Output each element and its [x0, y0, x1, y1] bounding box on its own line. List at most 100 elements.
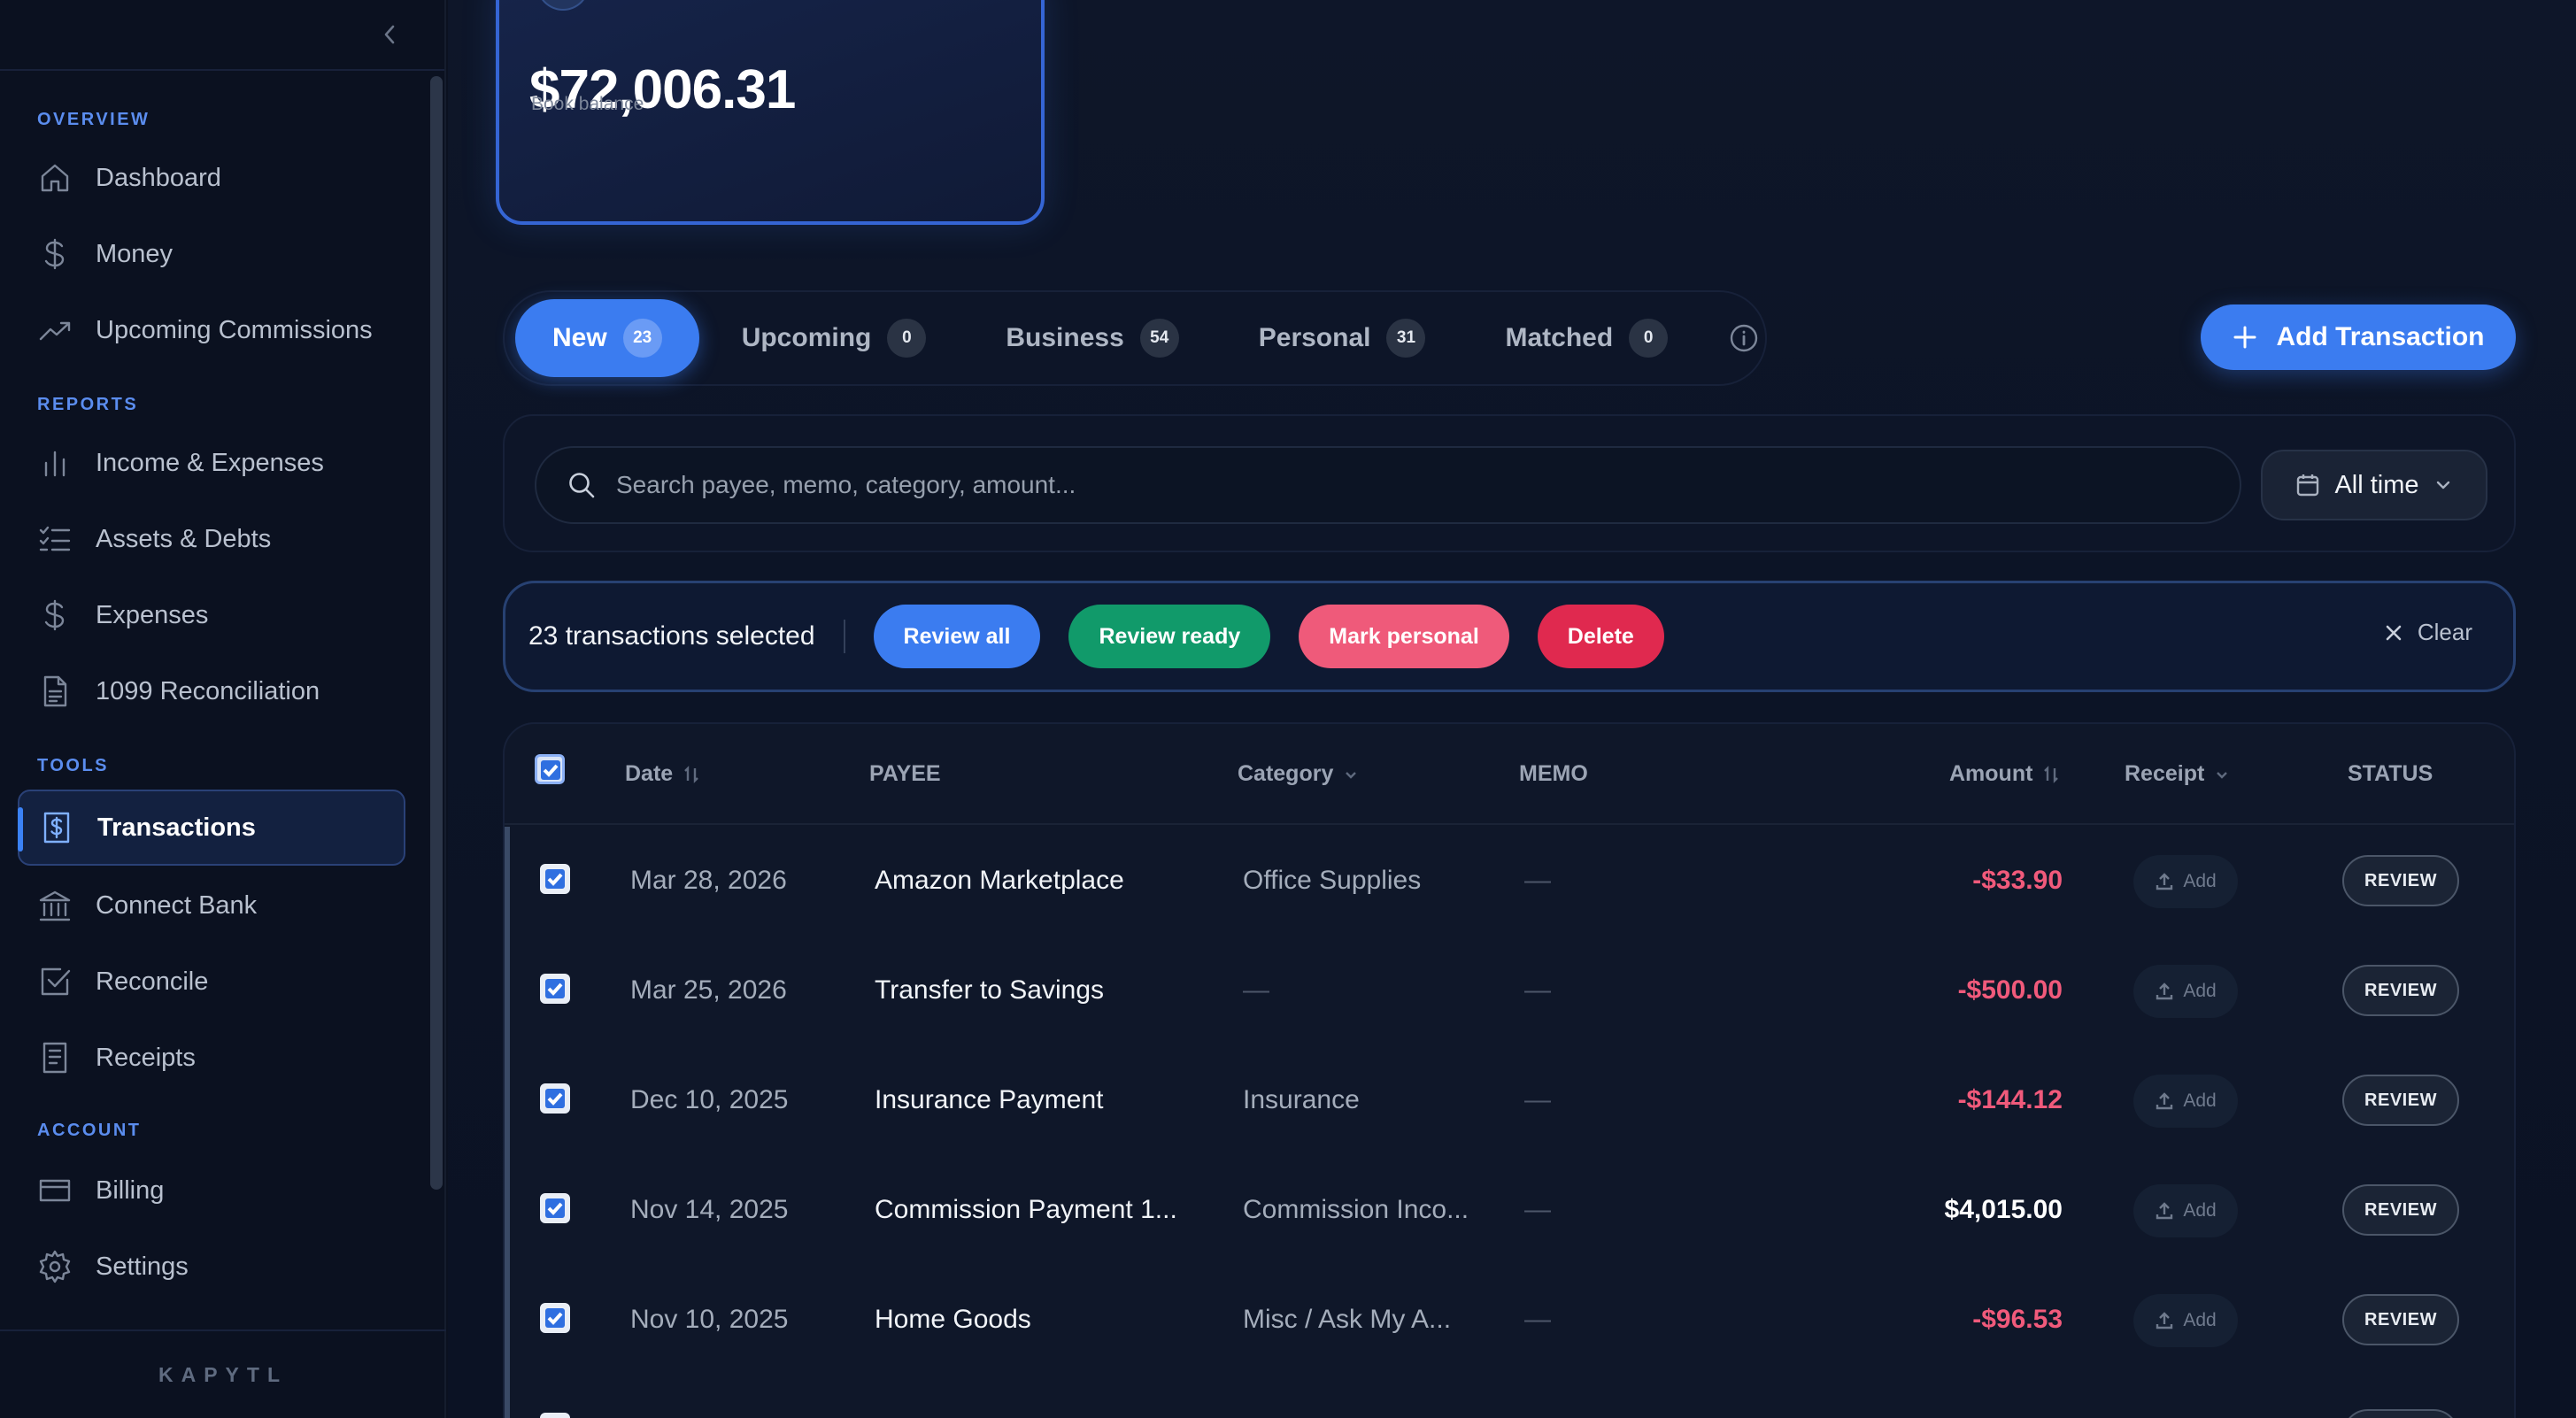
tab-matched[interactable]: Matched 0 — [1468, 299, 1705, 377]
sidebar-item-reconcile[interactable]: Reconcile — [18, 944, 405, 1020]
clear-selection-button[interactable]: Clear — [2384, 619, 2472, 646]
table-row[interactable]: Mar 28, 2026 Amazon Marketplace Office S… — [505, 827, 2514, 936]
add-receipt-button[interactable]: Add — [2133, 855, 2238, 908]
sort-icon — [684, 765, 699, 783]
clear-label: Clear — [2417, 619, 2472, 645]
selection-count: 23 transactions selected — [528, 621, 815, 651]
tab-count-badge: 0 — [1629, 319, 1669, 358]
row-amount: $4,015.00 — [1944, 1195, 2063, 1224]
upload-icon — [2156, 1202, 2173, 1220]
review-ready-button[interactable]: Review ready — [1068, 605, 1271, 668]
dollar-icon — [34, 233, 76, 275]
review-status-button[interactable]: REVIEW — [2342, 855, 2459, 906]
column-header-label: Amount — [1949, 761, 2033, 786]
column-header-label: STATUS — [2348, 761, 2433, 786]
table-row[interactable]: Nov 10, 2025 Home Goods Misc / Ask My A.… — [505, 1266, 2514, 1376]
search-box[interactable] — [535, 446, 2241, 524]
table-row[interactable]: Nov 14, 2025 Commission Payment 1... Com… — [505, 1156, 2514, 1266]
chevron-left-icon[interactable] — [377, 19, 402, 50]
delete-button[interactable]: Delete — [1537, 605, 1664, 668]
row-checkbox[interactable] — [540, 1193, 570, 1223]
transactions-table: Date PAYEE Category MEMO Amount Receipt — [503, 722, 2516, 1418]
sidebar-item-connect-bank[interactable]: Connect Bank — [18, 867, 405, 944]
row-checkbox[interactable] — [540, 1083, 570, 1114]
sidebar: OVERVIEW Dashboard Money Upcoming Commis… — [0, 0, 446, 1418]
select-all-checkbox[interactable] — [535, 754, 565, 784]
row-checkbox[interactable] — [540, 1303, 570, 1333]
sidebar-item-billing[interactable]: Billing — [18, 1152, 405, 1229]
row-date: Nov 14, 2025 — [630, 1195, 789, 1224]
info-icon[interactable] — [1728, 322, 1760, 354]
row-checkbox[interactable] — [540, 974, 570, 1004]
column-header-category[interactable]: Category — [1238, 761, 1360, 787]
review-all-button[interactable]: Review all — [873, 605, 1041, 668]
sidebar-item-label: Billing — [96, 1175, 165, 1205]
balance-card-icon — [536, 0, 590, 11]
receipt-label: Add — [2183, 1310, 2217, 1330]
row-category[interactable]: Misc / Ask My A... — [1243, 1305, 1451, 1335]
sort-icon — [2044, 765, 2059, 783]
row-memo[interactable]: — — [1524, 866, 1551, 896]
review-status-button[interactable]: REVIEW — [2342, 1075, 2459, 1126]
sidebar-item-income-expenses[interactable]: Income & Expenses — [18, 425, 405, 501]
review-status-button[interactable]: REVIEW — [2342, 1184, 2459, 1236]
row-payee: Home Goods — [875, 1305, 1031, 1334]
sidebar-item-label: Settings — [96, 1252, 189, 1281]
tab-upcoming[interactable]: Upcoming 0 — [705, 299, 964, 377]
sidebar-item-receipts[interactable]: Receipts — [18, 1020, 405, 1096]
sidebar-item-1099-reconciliation[interactable]: 1099 Reconciliation — [18, 653, 405, 729]
sidebar-item-assets-debts[interactable]: Assets & Debts — [18, 501, 405, 577]
upload-icon — [2156, 983, 2173, 1000]
sidebar-item-settings[interactable]: Settings — [18, 1229, 405, 1305]
row-memo[interactable]: — — [1524, 975, 1551, 1006]
bank-icon — [34, 884, 76, 927]
table-row[interactable] — [505, 1376, 2514, 1418]
row-memo[interactable]: — — [1524, 1195, 1551, 1225]
tab-label: Personal — [1258, 323, 1371, 352]
row-memo[interactable]: — — [1524, 1085, 1551, 1115]
row-category[interactable]: Office Supplies — [1243, 866, 1421, 896]
row-category[interactable]: Commission Inco... — [1243, 1195, 1469, 1225]
sidebar-scrollbar[interactable] — [430, 76, 443, 1190]
row-date: Dec 10, 2025 — [630, 1085, 789, 1114]
column-header-receipt[interactable]: Receipt — [2125, 761, 2231, 787]
trending-up-icon — [34, 309, 76, 351]
row-memo[interactable]: — — [1524, 1305, 1551, 1335]
add-receipt-button[interactable]: Add — [2133, 1184, 2238, 1237]
sidebar-item-transactions[interactable]: Transactions — [18, 790, 405, 866]
column-header-date[interactable]: Date — [625, 761, 701, 787]
add-receipt-button[interactable]: Add — [2133, 965, 2238, 1018]
review-status-button[interactable]: REVIEW — [2342, 1294, 2459, 1345]
review-status-button[interactable]: REVIEW — [2342, 965, 2459, 1016]
column-header-amount[interactable]: Amount — [1949, 761, 2061, 787]
sidebar-header — [0, 0, 444, 71]
row-category[interactable]: — — [1243, 975, 1269, 1006]
receipt-icon — [34, 1037, 76, 1079]
checkmark-icon — [547, 1312, 563, 1325]
sidebar-item-expenses[interactable]: Expenses — [18, 577, 405, 653]
upload-icon — [2156, 1312, 2173, 1329]
search-input[interactable] — [616, 471, 2121, 499]
review-status-button[interactable] — [2342, 1409, 2459, 1418]
row-checkbox[interactable] — [540, 864, 570, 894]
sidebar-item-upcoming-commissions[interactable]: Upcoming Commissions — [18, 292, 405, 368]
tab-count-badge: 31 — [1386, 319, 1426, 358]
tab-personal[interactable]: Personal 31 — [1222, 299, 1463, 377]
mark-personal-button[interactable]: Mark personal — [1299, 605, 1509, 668]
sidebar-nav: OVERVIEW Dashboard Money Upcoming Commis… — [0, 71, 434, 1328]
sidebar-item-label: Receipts — [96, 1043, 196, 1072]
tab-business[interactable]: Business 54 — [968, 299, 1215, 377]
row-category[interactable]: Insurance — [1243, 1085, 1360, 1115]
tab-new[interactable]: New 23 — [515, 299, 699, 377]
sidebar-item-dashboard[interactable]: Dashboard — [18, 140, 405, 216]
add-receipt-button[interactable]: Add — [2133, 1294, 2238, 1347]
row-checkbox[interactable] — [540, 1413, 570, 1418]
bar-chart-icon — [34, 442, 76, 484]
add-transaction-button[interactable]: Add Transaction — [2201, 304, 2516, 370]
date-range-dropdown[interactable]: All time — [2261, 450, 2487, 520]
table-row[interactable]: Dec 10, 2025 Insurance Payment Insurance… — [505, 1046, 2514, 1156]
row-payee: Amazon Marketplace — [875, 866, 1124, 895]
add-receipt-button[interactable]: Add — [2133, 1075, 2238, 1128]
table-row[interactable]: Mar 25, 2026 Transfer to Savings — — -$5… — [505, 936, 2514, 1046]
sidebar-item-money[interactable]: Money — [18, 216, 405, 292]
